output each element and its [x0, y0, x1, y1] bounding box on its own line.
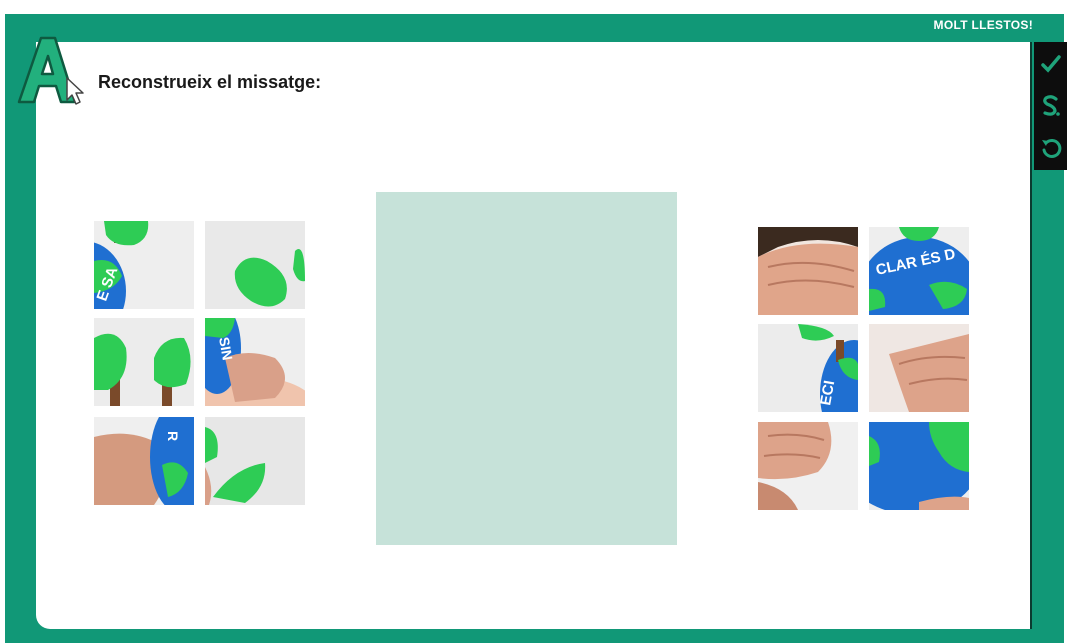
- puzzle-tile[interactable]: [205, 417, 305, 505]
- puzzle-tile[interactable]: [94, 318, 194, 406]
- instruction-title: Reconstrueix el missatge:: [98, 72, 322, 92]
- puzzle-tile[interactable]: [869, 422, 969, 510]
- puzzle-tile[interactable]: CLAR ÉS D: [869, 227, 969, 315]
- status-badge: MOLT LLESTOS!: [933, 18, 1033, 32]
- puzzle-tile[interactable]: [758, 422, 858, 510]
- reset-button[interactable]: [1034, 128, 1067, 168]
- puzzle-tile[interactable]: [869, 324, 969, 412]
- puzzle-tile[interactable]: [205, 221, 305, 309]
- puzzle-tile[interactable]: SIN: [205, 318, 305, 406]
- puzzle-tile[interactable]: E SA: [94, 221, 194, 309]
- puzzle-tile[interactable]: [758, 227, 858, 315]
- solution-icon: [1042, 95, 1060, 116]
- puzzle-tile[interactable]: ECI: [758, 324, 858, 412]
- puzzle-drop-zone[interactable]: [376, 192, 677, 545]
- check-icon: [1040, 55, 1061, 73]
- tile-text: R: [165, 431, 181, 441]
- check-button[interactable]: [1034, 44, 1067, 84]
- reset-icon: [1041, 138, 1061, 158]
- toolbar: [1034, 42, 1067, 170]
- app-logo: [15, 34, 91, 106]
- puzzle-tile[interactable]: R: [94, 417, 194, 505]
- solution-button[interactable]: [1034, 86, 1067, 126]
